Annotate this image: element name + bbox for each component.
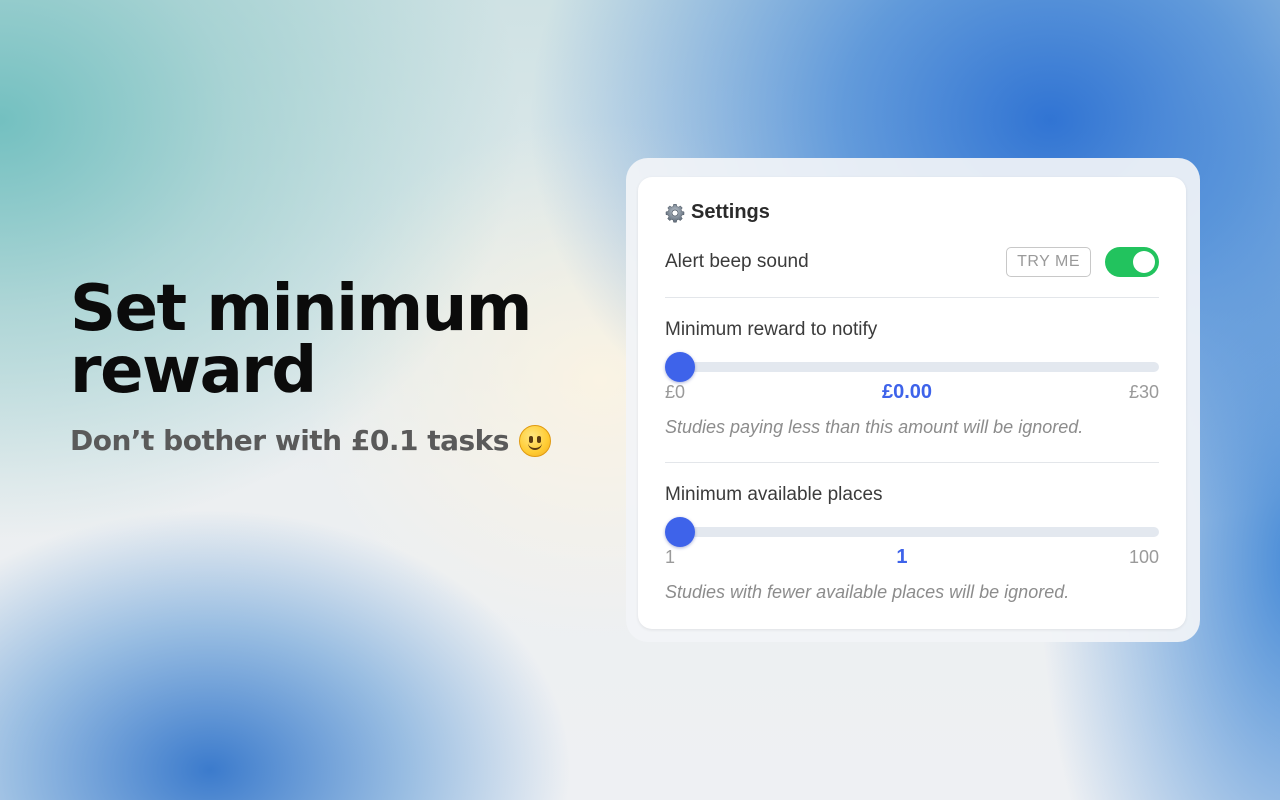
reward-scale: £0 £0.00 £30 xyxy=(665,381,1159,404)
alert-sound-toggle[interactable] xyxy=(1105,247,1159,277)
places-value: 1 xyxy=(896,546,908,568)
places-help-text: Studies with fewer available places will… xyxy=(665,582,1070,602)
hero-section: Set minimum reward Don’t bother with £0.… xyxy=(70,277,590,457)
reward-value: £0.00 xyxy=(881,381,933,403)
reward-slider-thumb[interactable] xyxy=(665,352,695,382)
gear-icon xyxy=(665,203,685,222)
reward-slider-track[interactable] xyxy=(665,362,1159,372)
reward-min-label: £0 xyxy=(665,382,686,402)
hero-subtitle-text: Don’t bother with £0.1 tasks xyxy=(70,424,509,457)
places-min-label: 1 xyxy=(665,547,676,567)
hero-subtitle: Don’t bother with £0.1 tasks xyxy=(70,424,590,457)
places-max-label: 100 xyxy=(1128,547,1159,567)
divider xyxy=(665,297,1159,298)
places-slider-thumb[interactable] xyxy=(665,517,695,547)
alert-sound-row: Alert beep sound TRY ME xyxy=(665,245,1159,279)
places-label: Minimum available places xyxy=(665,484,883,505)
settings-card: Settings Alert beep sound TRY ME Minimum… xyxy=(638,177,1186,629)
settings-title: Settings xyxy=(691,201,770,223)
places-scale: 1 1 100 xyxy=(665,546,1159,569)
alert-sound-label: Alert beep sound xyxy=(665,251,809,272)
places-slider-track[interactable] xyxy=(665,527,1159,537)
alert-sound-controls: TRY ME xyxy=(1006,247,1159,277)
try-me-button[interactable]: TRY ME xyxy=(1006,247,1091,277)
divider xyxy=(665,462,1159,463)
hero-title-line2: reward xyxy=(70,334,317,408)
reward-help-text: Studies paying less than this amount wil… xyxy=(665,417,1084,437)
places-section: Minimum available places 1 1 100 Studies… xyxy=(665,484,1159,609)
reward-label: Minimum reward to notify xyxy=(665,319,878,340)
settings-panel-frame: Settings Alert beep sound TRY ME Minimum… xyxy=(626,158,1200,642)
reward-section: Minimum reward to notify £0 £0.00 £30 St… xyxy=(665,319,1159,444)
toggle-knob xyxy=(1133,251,1155,273)
hero-title: Set minimum reward xyxy=(70,277,590,403)
slightly-smiling-face-icon xyxy=(518,424,551,457)
reward-max-label: £30 xyxy=(1128,382,1159,402)
settings-header: Settings xyxy=(665,201,770,224)
